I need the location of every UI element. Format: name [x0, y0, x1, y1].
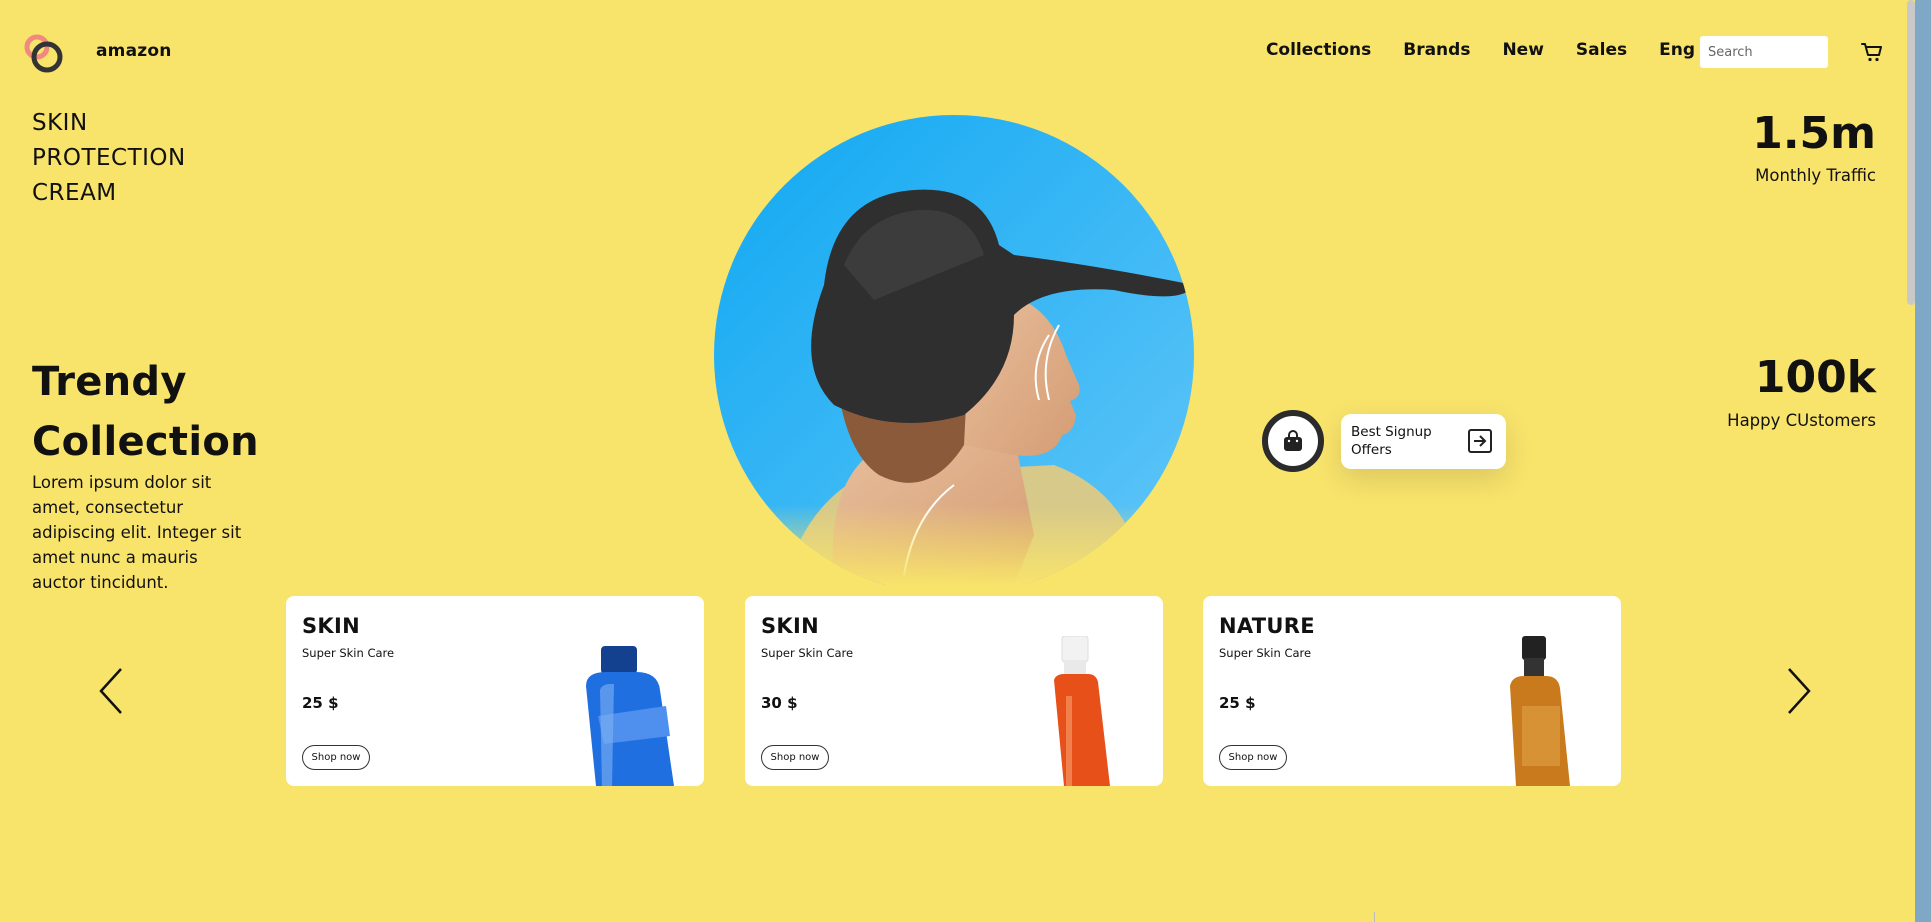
nav-sales[interactable]: Sales — [1576, 40, 1627, 60]
chevron-right-icon[interactable] — [1784, 666, 1814, 716]
customers-stat-value: 100k — [1754, 352, 1876, 403]
product-card[interactable]: NATURE Super Skin Care 25 $ Shop now — [1203, 596, 1621, 786]
main-nav: Collections Brands New Sales Eng — [1266, 40, 1695, 60]
product-card[interactable]: SKIN Super Skin Care 30 $ Shop now — [745, 596, 1163, 786]
nav-new[interactable]: New — [1502, 40, 1543, 60]
hero-model-image — [714, 115, 1194, 585]
arrow-right-box-icon[interactable] — [1467, 428, 1493, 454]
product-price: 25 $ — [302, 694, 339, 712]
product-card[interactable]: SKIN Super Skin Care 25 $ Shop now — [286, 596, 704, 786]
shop-now-button[interactable]: Shop now — [1219, 745, 1287, 770]
signup-offer-label: Best Signup Offers — [1351, 424, 1432, 458]
shopping-bag-icon — [1284, 430, 1302, 451]
customers-stat-label: Happy CUstomers — [1727, 411, 1876, 430]
logo-rings-icon[interactable] — [22, 32, 66, 76]
brand-name[interactable]: amazon — [96, 41, 172, 61]
scrollbar-strip — [1915, 0, 1931, 922]
product-title: SKIN — [302, 614, 360, 638]
shop-now-button[interactable]: Shop now — [761, 745, 829, 770]
product-price: 25 $ — [1219, 694, 1256, 712]
amber-spray-bottle-image — [1510, 636, 1570, 786]
collection-heading-line: Trendy — [32, 359, 187, 405]
chevron-left-icon[interactable] — [96, 666, 126, 716]
product-title: SKIN — [761, 614, 819, 638]
product-price: 30 $ — [761, 694, 798, 712]
blue-bottle-image — [586, 646, 674, 786]
scrollbar-thumb[interactable] — [1907, 0, 1915, 305]
nav-brands[interactable]: Brands — [1403, 40, 1470, 60]
nav-language[interactable]: Eng — [1659, 40, 1695, 60]
collection-heading-line: Collection — [32, 419, 259, 465]
traffic-stat-label: Monthly Traffic — [1755, 166, 1876, 185]
skin-title-line: PROTECTION — [32, 145, 186, 171]
product-subtitle: Super Skin Care — [761, 646, 854, 660]
shopping-bag-button[interactable] — [1262, 410, 1324, 472]
signup-offer-card[interactable]: Best Signup Offers — [1341, 414, 1506, 469]
collection-heading: Trendy Collection — [32, 352, 259, 472]
skin-title-line: CREAM — [32, 180, 117, 206]
product-subtitle: Super Skin Care — [302, 646, 395, 660]
skin-protection-title: SKIN PROTECTION CREAM — [32, 106, 186, 211]
traffic-stat-value: 1.5m — [1752, 108, 1876, 159]
search-input[interactable] — [1700, 36, 1828, 68]
collection-description: Lorem ipsum dolor sit amet, consectetur … — [32, 473, 242, 592]
divider — [1374, 912, 1375, 922]
cart-icon[interactable] — [1860, 40, 1884, 64]
shop-now-button[interactable]: Shop now — [302, 745, 370, 770]
orange-spray-bottle-image — [1054, 636, 1110, 786]
skin-title-line: SKIN — [32, 110, 88, 136]
nav-collections[interactable]: Collections — [1266, 40, 1371, 60]
product-title: NATURE — [1219, 614, 1315, 638]
product-subtitle: Super Skin Care — [1219, 646, 1312, 660]
